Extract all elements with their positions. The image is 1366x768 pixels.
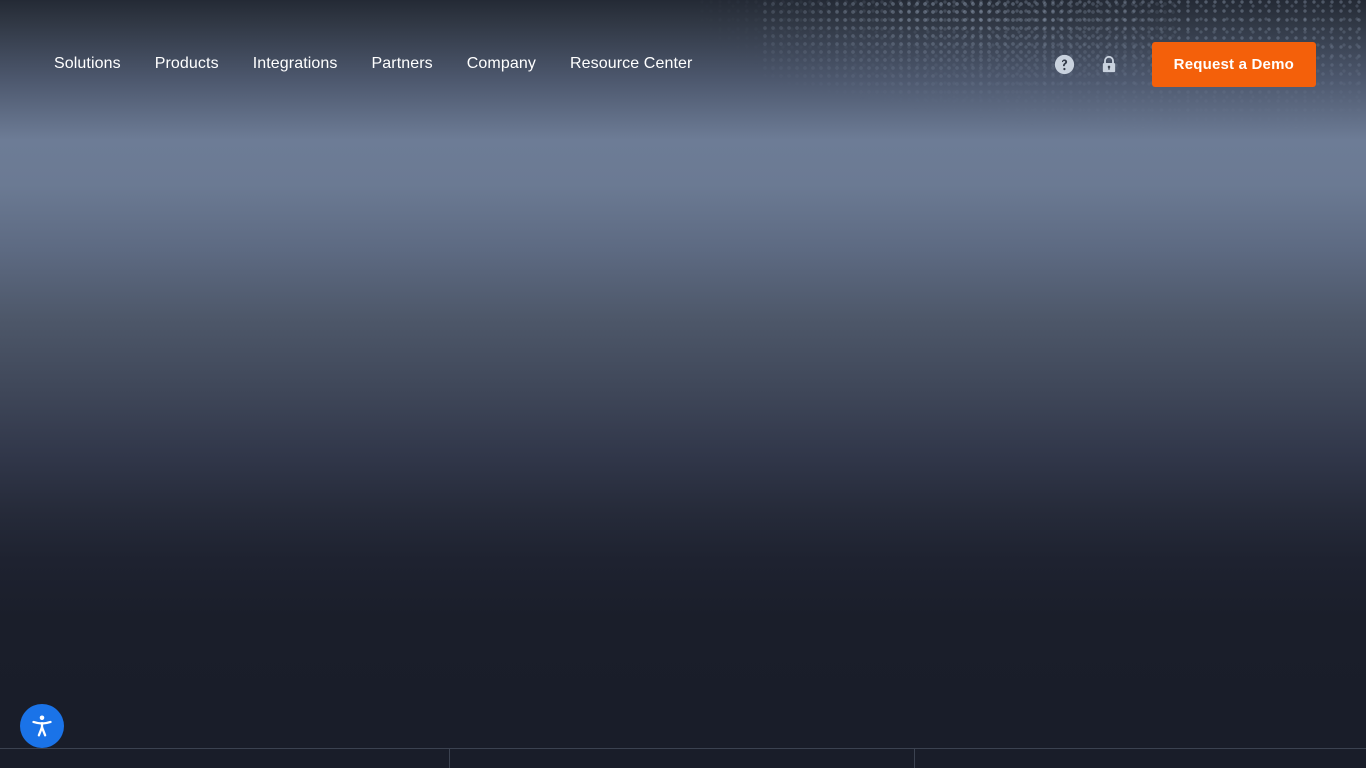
main-navigation-bar: Solutions Products Integrations Partners… <box>0 0 1366 110</box>
nav-link-resource-center[interactable]: Resource Center <box>570 48 692 80</box>
nav-link-partners[interactable]: Partners <box>372 48 433 80</box>
hero-background <box>0 0 1366 748</box>
nav-link-company[interactable]: Company <box>467 48 536 80</box>
nav-link-products[interactable]: Products <box>155 48 219 80</box>
nav-link-solutions[interactable]: Solutions <box>54 48 121 80</box>
footer-divider-strip <box>0 748 1366 768</box>
page-root: Solutions Products Integrations Partners… <box>0 0 1366 768</box>
accessibility-person-icon <box>32 715 52 737</box>
accessibility-widget-button[interactable] <box>20 704 64 748</box>
footer-column-3 <box>915 749 1366 768</box>
help-circle-icon[interactable] <box>1054 53 1076 75</box>
footer-column-2 <box>450 749 915 768</box>
nav-actions-group: Request a Demo <box>1054 41 1316 87</box>
request-demo-button[interactable]: Request a Demo <box>1151 41 1316 87</box>
nav-links-group: Solutions Products Integrations Partners… <box>54 48 692 80</box>
footer-column-1 <box>0 749 450 768</box>
lock-icon[interactable] <box>1098 53 1120 75</box>
nav-link-integrations[interactable]: Integrations <box>253 48 338 80</box>
